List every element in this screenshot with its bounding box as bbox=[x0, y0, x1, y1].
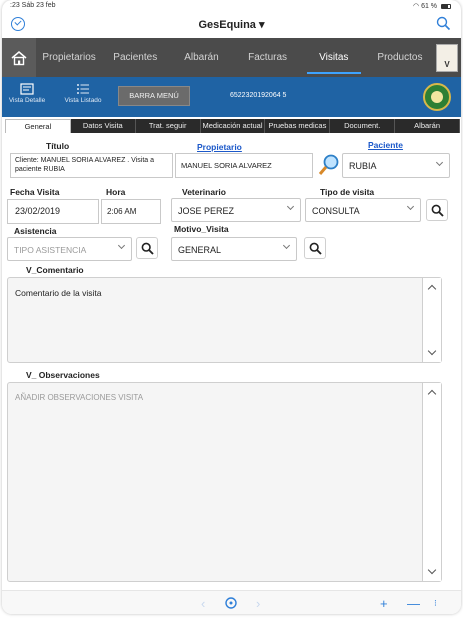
status-bar: :23 Sáb 23 feb ◠ 61 % bbox=[2, 0, 461, 12]
home-icon bbox=[11, 50, 27, 65]
tipo-visita-label: Tipo de visita bbox=[320, 187, 375, 197]
record-id: 6522320192064 5 bbox=[230, 92, 287, 99]
magnifier-icon[interactable] bbox=[317, 153, 341, 177]
propietario-field[interactable]: MANUEL SORIA ALVAREZ bbox=[175, 153, 313, 178]
motivo-label: Motivo_Visita bbox=[174, 224, 229, 234]
more-icon[interactable]: ⁝ bbox=[434, 598, 437, 609]
search-icon[interactable] bbox=[436, 16, 451, 31]
observaciones-placeholder: AÑADIR OBSERVACIONES VISITA bbox=[15, 393, 144, 402]
tab-document[interactable]: Document. bbox=[330, 119, 396, 133]
nav-tab-pacientes[interactable]: Pacientes bbox=[102, 38, 168, 77]
brand-logo-letter: V bbox=[436, 43, 459, 72]
detail-tabs: General Datos Visita Trat. seguir Medica… bbox=[5, 119, 461, 133]
remove-icon[interactable]: — bbox=[407, 596, 420, 611]
previous-icon[interactable]: ‹ bbox=[201, 596, 205, 611]
app-title-menu[interactable]: GesEquina ▾ bbox=[2, 18, 461, 31]
paciente-value: RUBIA bbox=[349, 161, 377, 171]
nav-tab-propietarios[interactable]: Propietarios bbox=[36, 38, 102, 77]
observaciones-textarea[interactable]: AÑADIR OBSERVACIONES VISITA bbox=[7, 382, 442, 582]
scroll-up-icon[interactable] bbox=[427, 284, 437, 294]
scroll-down-icon[interactable] bbox=[427, 346, 437, 356]
next-icon[interactable]: › bbox=[256, 596, 260, 611]
home-button[interactable] bbox=[2, 38, 36, 77]
tipo-visita-search-button[interactable] bbox=[426, 199, 448, 221]
chevron-down-icon bbox=[435, 158, 444, 167]
comentario-text: Comentario de la visita bbox=[15, 288, 102, 298]
fecha-field[interactable]: 23/02/2019 bbox=[7, 199, 99, 224]
nav-tab-facturas[interactable]: Facturas bbox=[235, 38, 301, 77]
veterinario-value: JOSE PEREZ bbox=[178, 206, 235, 216]
comentario-label: V_Comentario bbox=[26, 265, 84, 275]
observaciones-label: V_ Observaciones bbox=[26, 370, 100, 380]
brand-logo: V bbox=[433, 38, 461, 77]
asistencia-search-button[interactable] bbox=[136, 237, 158, 259]
clinic-emblem-icon bbox=[423, 83, 451, 111]
view-list-label: Vista Listado bbox=[64, 97, 102, 104]
record-toolbar: Vista Detalle Vista Listado BARRA MENÚ 6… bbox=[2, 77, 461, 117]
title-bar: GesEquina ▾ bbox=[2, 12, 461, 38]
fecha-label: Fecha Visita bbox=[10, 187, 60, 197]
asistencia-select[interactable]: TIPO ASISTENCIA bbox=[7, 237, 132, 261]
tab-general[interactable]: General bbox=[5, 119, 71, 133]
caret-down-icon: ▾ bbox=[259, 19, 265, 31]
search-icon bbox=[141, 242, 154, 255]
menu-bar-button[interactable]: BARRA MENÚ bbox=[118, 86, 190, 106]
refresh-icon[interactable] bbox=[224, 596, 238, 610]
paciente-link[interactable]: Paciente bbox=[368, 140, 403, 150]
veterinario-select[interactable]: JOSE PEREZ bbox=[171, 198, 301, 222]
add-icon[interactable]: + bbox=[380, 596, 388, 611]
app-title: GesEquina bbox=[198, 19, 256, 31]
nav-tab-visitas[interactable]: Visitas bbox=[301, 38, 367, 77]
comentario-textarea[interactable]: Comentario de la visita bbox=[7, 277, 442, 363]
main-nav: Propietarios Pacientes Albarán Facturas … bbox=[2, 38, 461, 77]
app-window: :23 Sáb 23 feb ◠ 61 % GesEquina ▾ Propie… bbox=[2, 0, 461, 614]
chevron-down-icon bbox=[286, 202, 295, 211]
search-icon bbox=[309, 242, 322, 255]
nav-tab-albaran[interactable]: Albarán bbox=[168, 38, 234, 77]
veterinario-label: Veterinario bbox=[182, 187, 226, 197]
view-detail-label: Vista Detalle bbox=[8, 97, 46, 104]
search-icon bbox=[431, 204, 444, 217]
propietario-link[interactable]: Propietario bbox=[197, 142, 242, 152]
motivo-value: GENERAL bbox=[178, 245, 222, 255]
paciente-select[interactable]: RUBIA bbox=[342, 153, 450, 178]
tipo-visita-value: CONSULTA bbox=[312, 206, 360, 216]
scroll-up-icon[interactable] bbox=[427, 389, 437, 399]
tab-trat-seguir[interactable]: Trat. seguir bbox=[136, 119, 201, 133]
tab-medicacion-actual[interactable]: Medicación actual bbox=[201, 119, 266, 133]
tab-datos-visita[interactable]: Datos Visita bbox=[71, 119, 136, 133]
nav-tab-productos[interactable]: Productos bbox=[367, 38, 433, 77]
tipo-visita-select[interactable]: CONSULTA bbox=[305, 198, 421, 222]
asistencia-placeholder: TIPO ASISTENCIA bbox=[14, 245, 87, 255]
bottom-toolbar: ‹ › + — ⁝ bbox=[2, 590, 461, 614]
hora-label: Hora bbox=[106, 187, 126, 197]
chevron-down-icon bbox=[406, 202, 415, 211]
observaciones-scrollbar[interactable] bbox=[422, 383, 441, 581]
titulo-label: Título bbox=[46, 141, 70, 151]
view-list-button[interactable]: Vista Listado bbox=[60, 83, 106, 104]
chevron-down-icon bbox=[282, 241, 291, 250]
tab-pruebas-medicas[interactable]: Pruebas medicas bbox=[265, 119, 331, 133]
motivo-select[interactable]: GENERAL bbox=[171, 237, 297, 261]
motivo-search-button[interactable] bbox=[304, 237, 326, 259]
chevron-down-icon bbox=[117, 241, 126, 250]
view-detail-button[interactable]: Vista Detalle bbox=[4, 83, 50, 104]
scroll-down-icon[interactable] bbox=[427, 565, 437, 575]
titulo-field[interactable]: Cliente: MANUEL SORIA ALVAREZ . Visita a… bbox=[10, 153, 173, 178]
hora-field[interactable]: 2:06 AM bbox=[101, 199, 161, 224]
comentario-scrollbar[interactable] bbox=[422, 278, 441, 362]
wifi-icon: ◠ bbox=[413, 3, 420, 10]
detail-view-icon bbox=[20, 83, 34, 95]
list-view-icon bbox=[77, 84, 89, 94]
status-battery: ◠ 61 % bbox=[413, 2, 451, 10]
asistencia-label: Asistencia bbox=[14, 226, 57, 236]
battery-text: 61 % bbox=[421, 3, 438, 10]
tab-albaran[interactable]: Albarán bbox=[395, 119, 461, 133]
status-time: :23 Sáb 23 feb bbox=[10, 2, 56, 9]
battery-icon bbox=[441, 3, 451, 9]
